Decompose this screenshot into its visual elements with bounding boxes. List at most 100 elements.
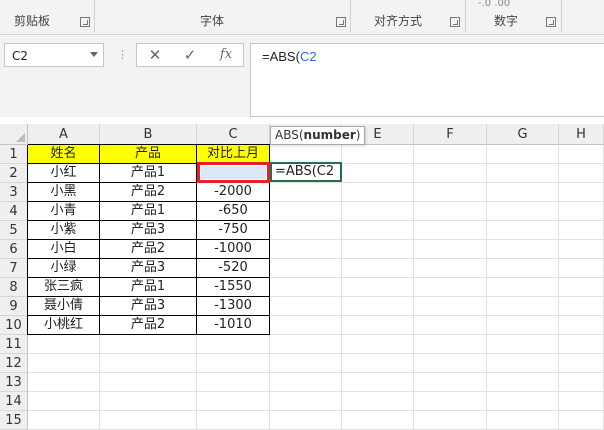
- cell-e10[interactable]: [342, 316, 414, 335]
- cell-e11[interactable]: [342, 335, 414, 354]
- row-header-2[interactable]: 2: [0, 164, 28, 183]
- cell-f3[interactable]: [414, 183, 487, 202]
- cell-f10[interactable]: [414, 316, 487, 335]
- cell-c8[interactable]: -1550: [197, 278, 270, 297]
- cell-d8[interactable]: [270, 278, 342, 297]
- cell-g2[interactable]: [487, 164, 559, 183]
- cell-c13[interactable]: [197, 373, 270, 392]
- cell-b8[interactable]: 产品1: [100, 278, 197, 297]
- column-header-c[interactable]: C: [197, 124, 270, 145]
- cell-e13[interactable]: [342, 373, 414, 392]
- cell-g7[interactable]: [487, 259, 559, 278]
- row-header-4[interactable]: 4: [0, 202, 28, 221]
- cell-h1[interactable]: [559, 145, 604, 164]
- cell-g11[interactable]: [487, 335, 559, 354]
- cell-h6[interactable]: [559, 240, 604, 259]
- cell-b12[interactable]: [100, 354, 197, 373]
- cell-a12[interactable]: [28, 354, 100, 373]
- enter-icon[interactable]: ✓: [177, 46, 203, 64]
- cell-h11[interactable]: [559, 335, 604, 354]
- cell-h10[interactable]: [559, 316, 604, 335]
- cell-b11[interactable]: [100, 335, 197, 354]
- cell-d14[interactable]: [270, 392, 342, 411]
- cell-a8[interactable]: 张三疯: [28, 278, 100, 297]
- cell-h13[interactable]: [559, 373, 604, 392]
- cell-g12[interactable]: [487, 354, 559, 373]
- cell-e1[interactable]: [342, 145, 414, 164]
- cell-a10[interactable]: 小桃红: [28, 316, 100, 335]
- drag-handle-icon[interactable]: ⋮: [117, 48, 128, 61]
- cell-g10[interactable]: [487, 316, 559, 335]
- cell-h8[interactable]: [559, 278, 604, 297]
- cell-e7[interactable]: [342, 259, 414, 278]
- cell-e6[interactable]: [342, 240, 414, 259]
- column-header-b[interactable]: B: [100, 124, 197, 145]
- cell-g3[interactable]: [487, 183, 559, 202]
- cell-e14[interactable]: [342, 392, 414, 411]
- cell-h7[interactable]: [559, 259, 604, 278]
- font-launcher-icon[interactable]: [336, 17, 346, 27]
- cell-c6[interactable]: -1000: [197, 240, 270, 259]
- cell-c10[interactable]: -1010: [197, 316, 270, 335]
- cell-a11[interactable]: [28, 335, 100, 354]
- cell-b7[interactable]: 产品3: [100, 259, 197, 278]
- row-header-9[interactable]: 9: [0, 297, 28, 316]
- cell-f8[interactable]: [414, 278, 487, 297]
- cell-b13[interactable]: [100, 373, 197, 392]
- cell-f12[interactable]: [414, 354, 487, 373]
- function-tooltip[interactable]: ABS(number): [270, 126, 366, 145]
- row-header-3[interactable]: 3: [0, 183, 28, 202]
- cell-h2[interactable]: [559, 164, 604, 183]
- cell-b3[interactable]: 产品2: [100, 183, 197, 202]
- cell-c11[interactable]: [197, 335, 270, 354]
- cell-g1[interactable]: [487, 145, 559, 164]
- cell-b5[interactable]: 产品3: [100, 221, 197, 240]
- cell-e12[interactable]: [342, 354, 414, 373]
- row-header-11[interactable]: 11: [0, 335, 28, 354]
- cell-d3[interactable]: [270, 183, 342, 202]
- cell-e2[interactable]: [342, 164, 414, 183]
- number-launcher-icon[interactable]: [546, 17, 556, 27]
- row-header-15[interactable]: 15: [0, 411, 28, 430]
- cell-g9[interactable]: [487, 297, 559, 316]
- cell-d7[interactable]: [270, 259, 342, 278]
- alignment-launcher-icon[interactable]: [450, 17, 460, 27]
- cell-d9[interactable]: [270, 297, 342, 316]
- row-header-7[interactable]: 7: [0, 259, 28, 278]
- cell-c14[interactable]: [197, 392, 270, 411]
- cell-c9[interactable]: -1300: [197, 297, 270, 316]
- cell-a4[interactable]: 小青: [28, 202, 100, 221]
- cell-f13[interactable]: [414, 373, 487, 392]
- cell-g13[interactable]: [487, 373, 559, 392]
- row-header-12[interactable]: 12: [0, 354, 28, 373]
- cell-d5[interactable]: [270, 221, 342, 240]
- cell-d12[interactable]: [270, 354, 342, 373]
- cell-d4[interactable]: [270, 202, 342, 221]
- cell-f2[interactable]: [414, 164, 487, 183]
- cell-h9[interactable]: [559, 297, 604, 316]
- cell-f9[interactable]: [414, 297, 487, 316]
- cell-b1[interactable]: 产品: [100, 145, 197, 164]
- cell-d15[interactable]: [270, 411, 342, 430]
- cell-b10[interactable]: 产品2: [100, 316, 197, 335]
- cell-a6[interactable]: 小白: [28, 240, 100, 259]
- formula-input[interactable]: =ABS(C2: [250, 43, 604, 117]
- cell-f5[interactable]: [414, 221, 487, 240]
- cell-a9[interactable]: 聂小倩: [28, 297, 100, 316]
- cell-a5[interactable]: 小紫: [28, 221, 100, 240]
- row-header-5[interactable]: 5: [0, 221, 28, 240]
- cell-e15[interactable]: [342, 411, 414, 430]
- cancel-icon[interactable]: ✕: [142, 46, 168, 64]
- cell-a3[interactable]: 小黑: [28, 183, 100, 202]
- cell-c4[interactable]: -650: [197, 202, 270, 221]
- cell-h4[interactable]: [559, 202, 604, 221]
- cell-e4[interactable]: [342, 202, 414, 221]
- cell-h14[interactable]: [559, 392, 604, 411]
- row-header-1[interactable]: 1: [0, 145, 28, 164]
- cell-g14[interactable]: [487, 392, 559, 411]
- chevron-down-icon[interactable]: [90, 52, 98, 57]
- cell-b9[interactable]: 产品3: [100, 297, 197, 316]
- row-header-10[interactable]: 10: [0, 316, 28, 335]
- cell-c7[interactable]: -520: [197, 259, 270, 278]
- cell-f1[interactable]: [414, 145, 487, 164]
